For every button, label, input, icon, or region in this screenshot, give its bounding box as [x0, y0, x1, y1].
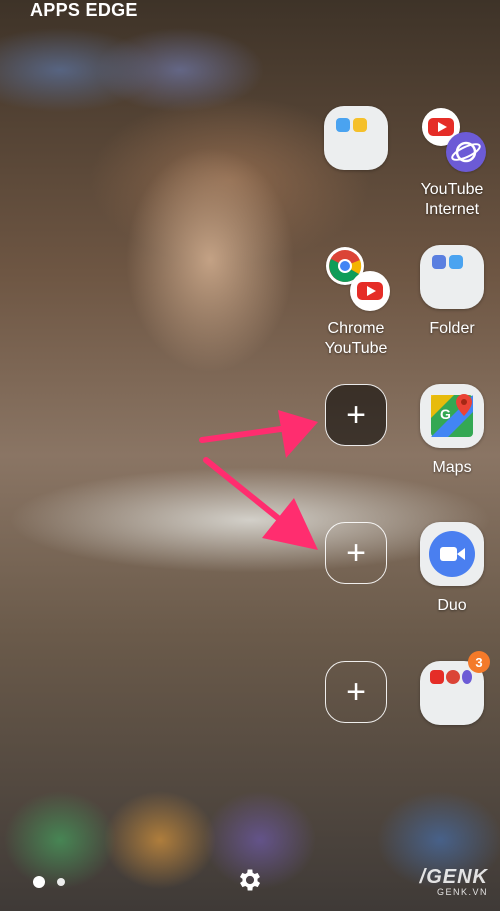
- page-indicator-dot-active[interactable]: [33, 876, 45, 888]
- pair-icon: [324, 245, 390, 311]
- page-indicator-dot[interactable]: [57, 878, 65, 886]
- maps-icon: G: [420, 384, 484, 448]
- app-folder[interactable]: Folder: [407, 245, 497, 339]
- pointer-arrow-2: [203, 457, 318, 550]
- mini-chrome-icon: [446, 670, 460, 684]
- folder-icon: [420, 245, 484, 309]
- app-label: Folder: [429, 320, 475, 337]
- folder-icon: [324, 106, 388, 170]
- svg-text:G: G: [440, 406, 451, 422]
- panel-title: APPS EDGE: [30, 0, 138, 20]
- add-icon: +: [325, 522, 387, 584]
- mini-internet-icon: [462, 670, 472, 684]
- watermark-site: GENK.VN: [436, 887, 488, 897]
- mini-youtube-icon: [430, 670, 444, 684]
- duo-icon: [420, 522, 484, 586]
- app-folder-top[interactable]: [311, 106, 401, 170]
- mini-app-icon: [449, 255, 463, 269]
- mini-app-icon: [432, 255, 446, 269]
- app-label: YouTube Internet: [420, 181, 484, 218]
- app-maps[interactable]: G Maps: [407, 384, 497, 478]
- folder-icon: 3: [420, 651, 490, 725]
- settings-gear-icon[interactable]: [236, 866, 264, 894]
- add-icon: +: [325, 384, 387, 446]
- mini-app-icon: [336, 118, 350, 132]
- app-label: Maps: [432, 459, 472, 476]
- add-icon: +: [325, 661, 387, 723]
- app-chrome-youtube[interactable]: Chrome YouTube: [311, 245, 401, 359]
- app-youtube-internet[interactable]: YouTube Internet: [407, 106, 497, 220]
- app-duo[interactable]: Duo: [407, 522, 497, 616]
- internet-icon: [446, 132, 486, 172]
- app-label: Chrome YouTube: [324, 320, 388, 357]
- youtube-icon: [350, 271, 390, 311]
- watermark: /GENK GENK.VN: [420, 866, 488, 897]
- notification-badge: 3: [468, 651, 490, 673]
- mini-app-icon: [353, 118, 367, 132]
- add-app-slot-3[interactable]: +: [311, 661, 401, 723]
- app-folder-bottom[interactable]: 3: [407, 651, 497, 725]
- watermark-brand: /GENK: [419, 866, 488, 888]
- pair-icon: [420, 106, 486, 172]
- app-label: Duo: [437, 597, 467, 614]
